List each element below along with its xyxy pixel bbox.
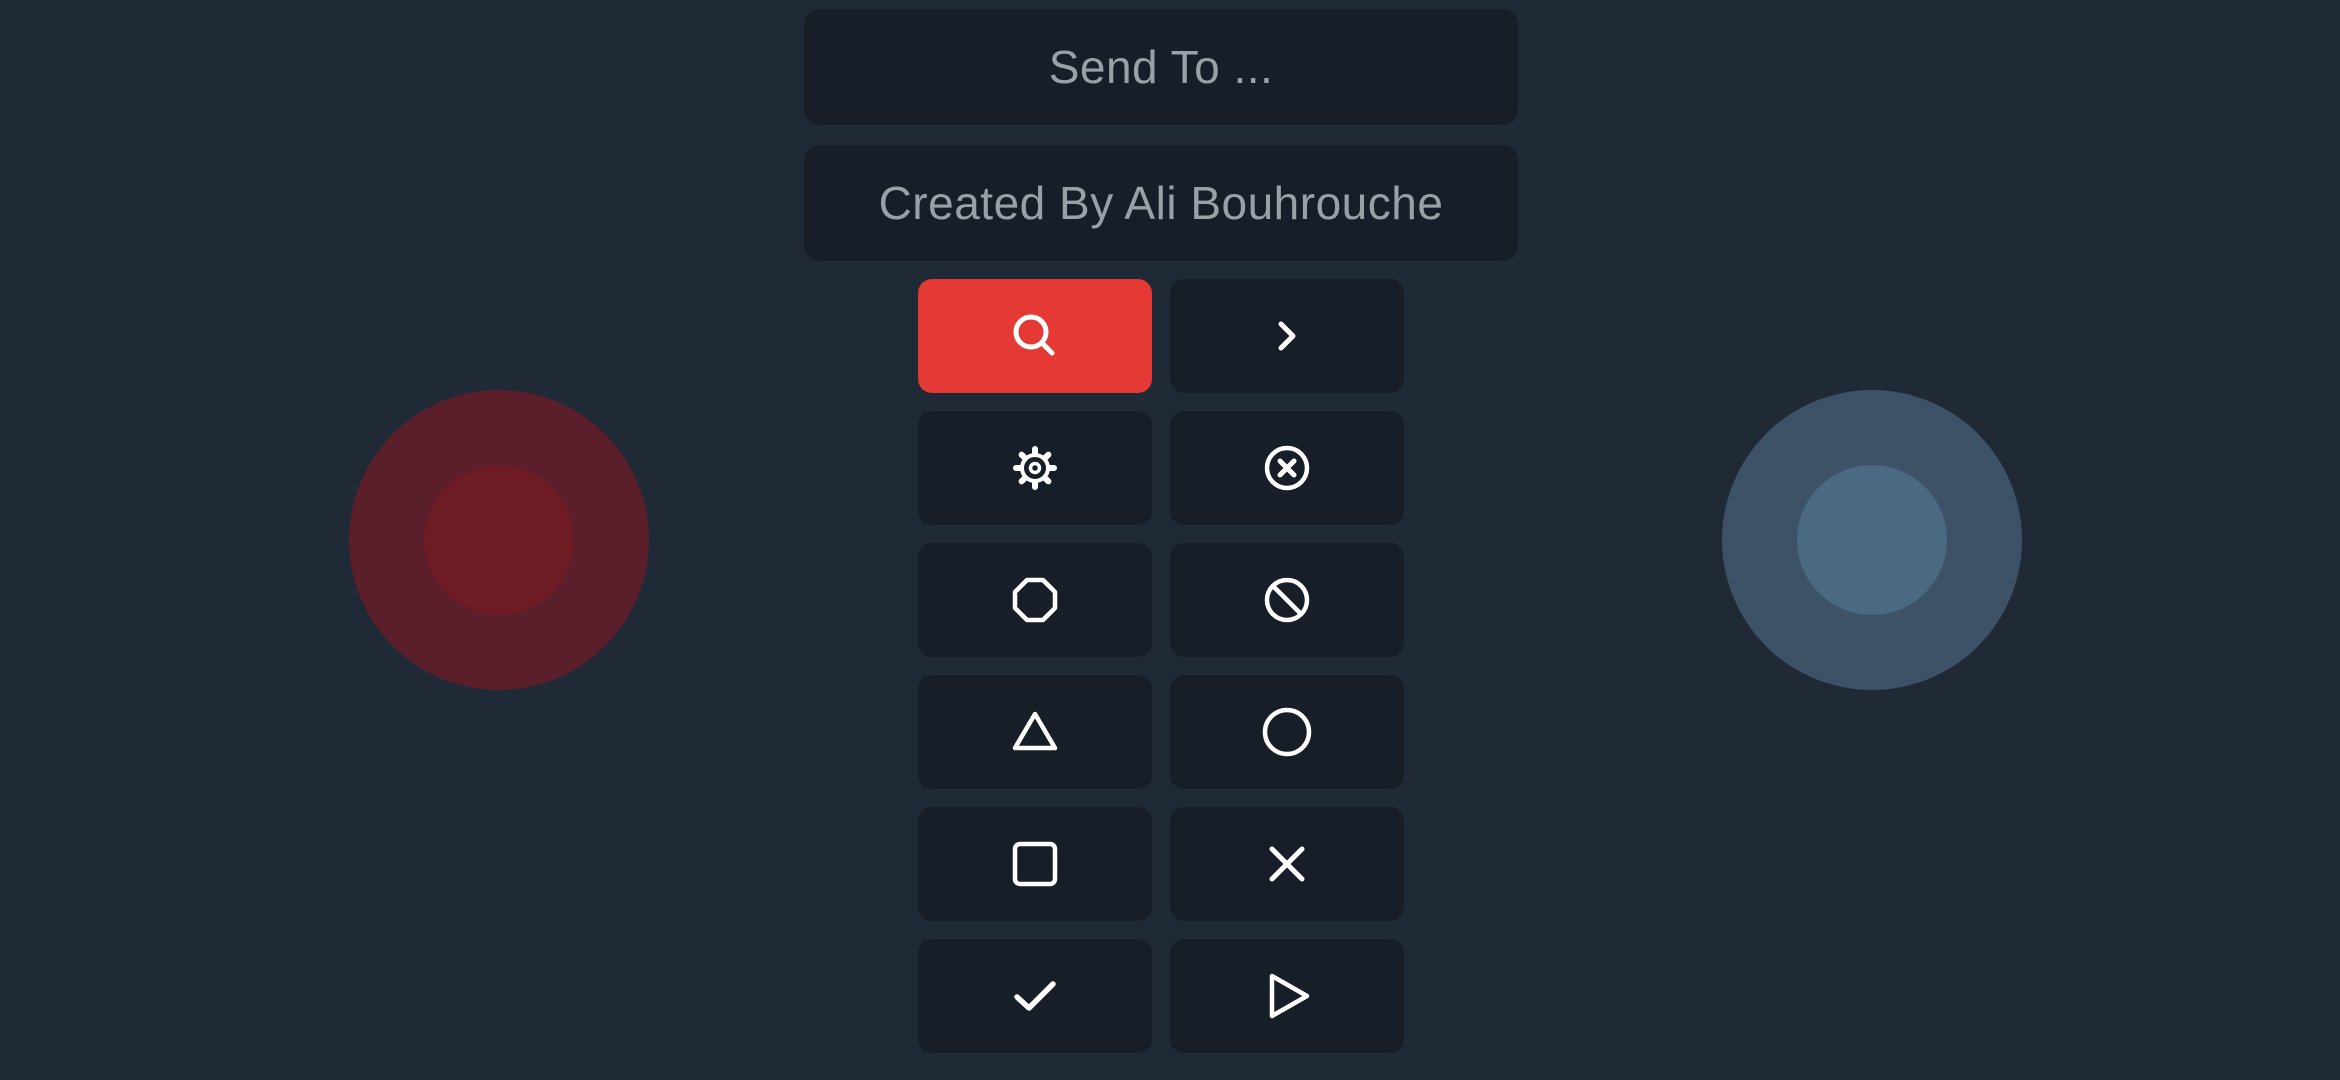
- triangle-icon: [1012, 711, 1058, 751]
- search-button[interactable]: [918, 279, 1152, 393]
- octagon-icon: [1012, 577, 1058, 623]
- confirm-button[interactable]: [918, 939, 1152, 1053]
- search-icon: [1013, 314, 1055, 356]
- x-icon: [1269, 846, 1305, 882]
- credit-label: Created By Ali Bouhrouche: [804, 145, 1518, 261]
- gear-icon: [1013, 446, 1057, 490]
- square-icon: [1012, 841, 1058, 887]
- control-button-grid: [918, 279, 1404, 1053]
- block-icon: [1264, 577, 1310, 623]
- cross-button[interactable]: [1170, 807, 1404, 921]
- play-button[interactable]: [1170, 939, 1404, 1053]
- block-button[interactable]: [1170, 543, 1404, 657]
- triangle-button[interactable]: [918, 675, 1152, 789]
- square-button[interactable]: [918, 807, 1152, 921]
- send-to-button[interactable]: Send To ...: [804, 9, 1518, 125]
- close-circle-icon: [1264, 445, 1310, 491]
- cancel-button[interactable]: [1170, 411, 1404, 525]
- stop-button[interactable]: [918, 543, 1152, 657]
- right-joystick-knob[interactable]: [1797, 465, 1947, 615]
- play-icon: [1269, 973, 1310, 1019]
- settings-button[interactable]: [918, 411, 1152, 525]
- chevron-right-icon: [1278, 321, 1296, 351]
- left-joystick-knob[interactable]: [424, 465, 574, 615]
- circle-button[interactable]: [1170, 675, 1404, 789]
- check-icon: [1014, 981, 1056, 1011]
- circle-icon: [1262, 707, 1312, 757]
- controller-screen: Send To ... Created By Ali Bouhrouche: [0, 0, 2340, 1080]
- next-button[interactable]: [1170, 279, 1404, 393]
- right-joystick[interactable]: [1722, 390, 2022, 690]
- left-joystick[interactable]: [349, 390, 649, 690]
